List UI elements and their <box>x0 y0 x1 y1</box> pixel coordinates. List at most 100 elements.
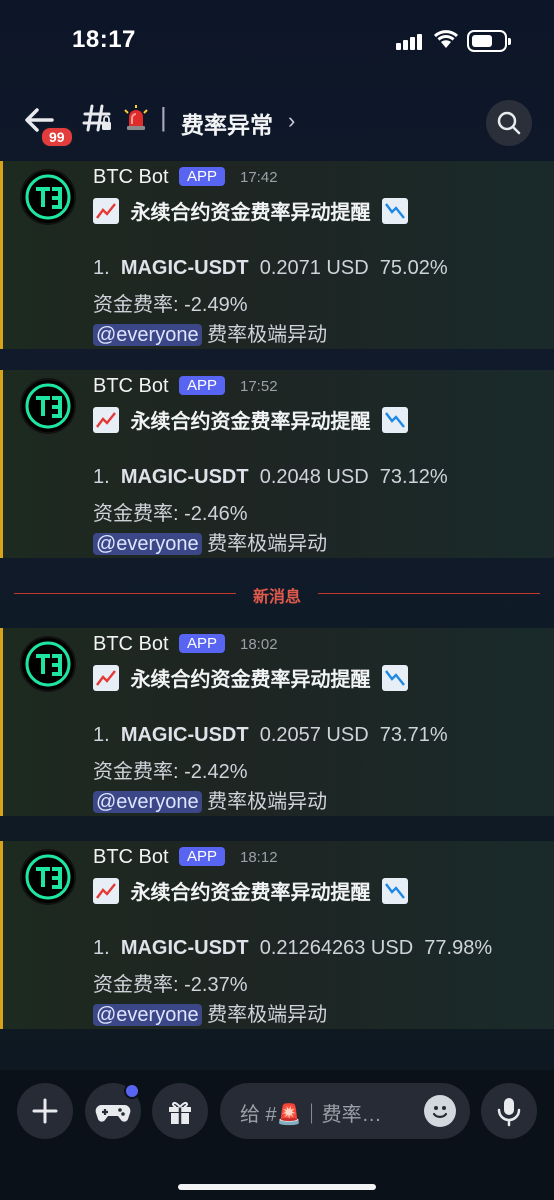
message-input[interactable]: 给 #🚨｜费率… <box>220 1083 470 1139</box>
ping-text: 费率极端异动 <box>207 533 328 555</box>
ticker-price: 0.2071 USD <box>259 257 369 279</box>
ping-line: @everyone 费率极端异动 <box>93 785 327 814</box>
voice-button[interactable] <box>481 1083 537 1139</box>
item-index: 1. <box>93 257 110 279</box>
home-indicator <box>178 1184 376 1190</box>
ticker-line: 1. MAGIC-USDT 0.2048 USD 73.12% <box>93 466 448 489</box>
app-badge: APP <box>179 167 226 186</box>
author-name[interactable]: BTC Bot <box>93 633 169 656</box>
channel-header: 99 | 费率异常 › <box>0 92 554 152</box>
notification-dot <box>124 1083 140 1099</box>
bot-avatar[interactable] <box>20 378 76 434</box>
ticker-percent: 73.71% <box>379 724 448 746</box>
ticker-line: 1. MAGIC-USDT 0.2071 USD 75.02% <box>93 257 448 280</box>
alert-title-text: 永续合约资金费率异动提醒 <box>130 411 371 433</box>
ticker-symbol: MAGIC-USDT <box>120 257 249 279</box>
chart-down-icon <box>382 878 409 904</box>
emoji-icon <box>432 1106 448 1118</box>
ping-line: @everyone 费率极端异动 <box>93 318 327 347</box>
ticker-symbol: MAGIC-USDT <box>120 724 249 746</box>
search-button[interactable] <box>486 100 532 146</box>
chevron-right-icon[interactable]: › <box>288 108 295 134</box>
item-index: 1. <box>93 724 110 746</box>
message-input-placeholder: 给 #🚨｜费率… <box>240 1104 382 1126</box>
message-time: 17:52 <box>240 378 278 395</box>
item-index: 1. <box>93 466 110 488</box>
alert-title: 永续合约资金费率异动提醒 <box>93 405 409 434</box>
funding-rate: 资金费率: -2.37% <box>93 974 248 996</box>
bot-avatar[interactable] <box>20 636 76 692</box>
ping-text: 费率极端异动 <box>207 1004 328 1026</box>
ping-line: @everyone 费率极端异动 <box>93 998 327 1027</box>
emoji-button[interactable] <box>424 1095 456 1127</box>
gift-icon <box>169 1101 191 1124</box>
ticker-percent: 73.12% <box>379 466 448 488</box>
chart-down-icon <box>382 665 409 691</box>
chart-down-icon <box>382 198 409 224</box>
signal-icon <box>396 32 424 50</box>
ticker-price: 0.2048 USD <box>259 466 369 488</box>
siren-icon <box>124 105 148 130</box>
ping-line: @everyone 费率极端异动 <box>93 527 327 556</box>
message-item[interactable]: BTC Bot APP 18:12 永续合约资金费率异动提醒 1. MAGIC-… <box>0 841 554 1029</box>
funding-rate: 资金费率: -2.42% <box>93 761 248 783</box>
ticker-symbol: MAGIC-USDT <box>120 466 249 488</box>
message-item[interactable]: BTC Bot APP 17:42 永续合约资金费率异动提醒 1. MAGIC-… <box>0 161 554 349</box>
message-time: 18:02 <box>240 636 278 653</box>
author-name[interactable]: BTC Bot <box>93 166 169 189</box>
app-badge: APP <box>179 634 226 653</box>
app-badge: APP <box>179 376 226 395</box>
author-name[interactable]: BTC Bot <box>93 375 169 398</box>
ticker-symbol: MAGIC-USDT <box>120 937 249 959</box>
alert-title-text: 永续合约资金费率异动提醒 <box>130 669 371 691</box>
channel-separator: | <box>160 102 167 132</box>
mention-everyone[interactable]: @everyone <box>93 791 202 813</box>
alert-title: 永续合约资金费率异动提醒 <box>93 196 409 225</box>
gift-button[interactable] <box>152 1083 208 1139</box>
new-messages-label: 新消息 <box>252 589 301 606</box>
alert-title: 永续合约资金费率异动提醒 <box>93 876 409 905</box>
ping-text: 费率极端异动 <box>207 324 328 346</box>
ticker-percent: 77.98% <box>424 937 493 959</box>
funding-rate: 资金费率: -2.46% <box>93 503 248 525</box>
message-time: 18:12 <box>240 849 278 866</box>
chart-down-icon <box>382 407 409 433</box>
alert-title-text: 永续合约资金费率异动提醒 <box>130 882 371 904</box>
message-item[interactable]: BTC Bot APP 17:52 永续合约资金费率异动提醒 1. MAGIC-… <box>0 370 554 558</box>
add-button[interactable] <box>17 1083 73 1139</box>
status-time: 18:17 <box>72 26 136 53</box>
chart-up-icon <box>93 665 119 691</box>
alert-title-text: 永续合约资金费率异动提醒 <box>130 202 371 224</box>
author-name[interactable]: BTC Bot <box>93 846 169 869</box>
composer-bar: 给 #🚨｜费率… <box>0 1070 554 1200</box>
ping-text: 费率极端异动 <box>207 791 328 813</box>
app-badge: APP <box>179 847 226 866</box>
funding-rate: 资金费率: -2.49% <box>93 294 248 316</box>
mention-everyone[interactable]: @everyone <box>93 324 202 346</box>
chart-up-icon <box>93 198 119 224</box>
message-item[interactable]: BTC Bot APP 18:02 永续合约资金费率异动提醒 1. MAGIC-… <box>0 628 554 816</box>
mic-icon <box>497 1098 521 1127</box>
search-icon <box>497 111 521 135</box>
item-index: 1. <box>93 937 110 959</box>
message-time: 17:42 <box>240 169 278 186</box>
channel-name[interactable]: 费率异常 <box>181 106 273 140</box>
mention-everyone[interactable]: @everyone <box>93 1004 202 1026</box>
new-messages-divider: 新消息 <box>14 582 540 606</box>
chart-up-icon <box>93 878 119 904</box>
ticker-price: 0.2057 USD <box>259 724 369 746</box>
ticker-percent: 75.02% <box>379 257 448 279</box>
status-bar: 18:17 <box>0 0 554 80</box>
alert-title: 永续合约资金费率异动提醒 <box>93 663 409 692</box>
ticker-line: 1. MAGIC-USDT 0.2057 USD 73.71% <box>93 724 448 747</box>
unread-badge: 99 <box>40 126 74 148</box>
mention-everyone[interactable]: @everyone <box>93 533 202 555</box>
wifi-icon <box>433 30 459 48</box>
ticker-price: 0.21264263 USD <box>259 937 414 959</box>
bot-avatar[interactable] <box>20 849 76 905</box>
bot-avatar[interactable] <box>20 169 76 225</box>
hash-icon <box>82 104 111 132</box>
ticker-line: 1. MAGIC-USDT 0.21264263 USD 77.98% <box>93 937 492 960</box>
plus-icon <box>32 1098 58 1124</box>
chart-up-icon <box>93 407 119 433</box>
